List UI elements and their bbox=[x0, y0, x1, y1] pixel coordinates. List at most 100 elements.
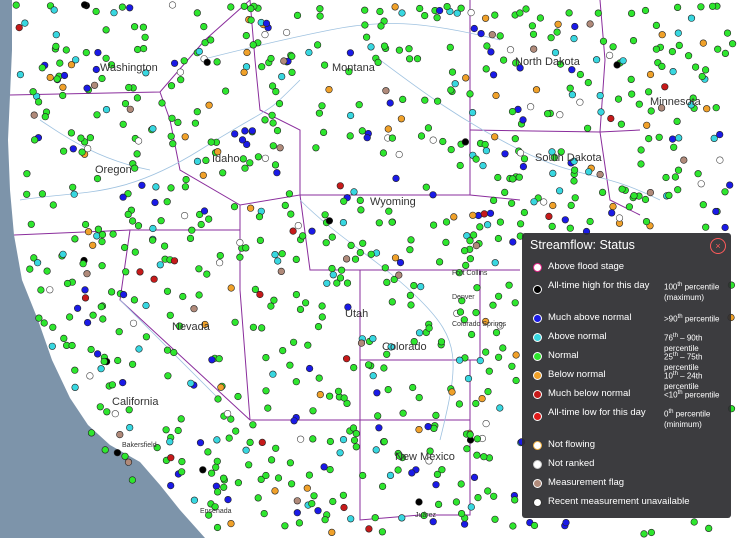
station-marker[interactable] bbox=[191, 119, 199, 127]
station-marker[interactable] bbox=[547, 34, 555, 42]
station-marker[interactable] bbox=[174, 118, 182, 126]
station-marker[interactable] bbox=[429, 191, 437, 199]
station-marker[interactable] bbox=[607, 114, 615, 123]
station-marker[interactable] bbox=[482, 147, 491, 155]
station-marker[interactable] bbox=[561, 216, 569, 224]
station-marker[interactable] bbox=[179, 292, 187, 301]
station-marker[interactable] bbox=[395, 150, 403, 159]
station-marker[interactable] bbox=[708, 2, 717, 10]
station-marker[interactable] bbox=[89, 311, 97, 319]
station-marker[interactable] bbox=[496, 404, 504, 412]
station-marker[interactable] bbox=[207, 138, 215, 146]
station-marker[interactable] bbox=[571, 22, 579, 31]
station-marker[interactable] bbox=[336, 274, 345, 282]
station-marker[interactable] bbox=[422, 183, 430, 191]
station-marker[interactable] bbox=[96, 403, 104, 411]
station-marker[interactable] bbox=[363, 33, 371, 41]
station-marker[interactable] bbox=[635, 100, 643, 108]
station-marker[interactable] bbox=[67, 129, 75, 137]
station-marker[interactable] bbox=[540, 198, 548, 206]
station-marker[interactable] bbox=[80, 1, 89, 9]
station-marker[interactable] bbox=[138, 181, 146, 189]
station-marker[interactable] bbox=[647, 107, 655, 115]
station-marker[interactable] bbox=[86, 134, 94, 142]
station-marker[interactable] bbox=[243, 48, 251, 57]
station-marker[interactable] bbox=[118, 3, 126, 11]
station-marker[interactable] bbox=[231, 130, 239, 138]
station-marker[interactable] bbox=[188, 226, 196, 234]
station-marker[interactable] bbox=[482, 65, 490, 73]
station-marker[interactable] bbox=[509, 238, 517, 246]
station-marker[interactable] bbox=[100, 357, 108, 366]
station-marker[interactable] bbox=[232, 427, 240, 435]
station-marker[interactable] bbox=[49, 201, 57, 209]
station-marker[interactable] bbox=[567, 201, 575, 209]
station-marker[interactable] bbox=[597, 108, 605, 116]
station-marker[interactable] bbox=[122, 268, 130, 276]
station-marker[interactable] bbox=[453, 9, 461, 17]
station-marker[interactable] bbox=[658, 31, 666, 39]
station-marker[interactable] bbox=[384, 386, 392, 394]
station-marker[interactable] bbox=[222, 87, 230, 95]
station-marker[interactable] bbox=[134, 45, 142, 54]
station-marker[interactable] bbox=[135, 345, 143, 353]
station-marker[interactable] bbox=[699, 39, 707, 47]
station-marker[interactable] bbox=[269, 142, 277, 150]
station-marker[interactable] bbox=[415, 498, 423, 506]
station-marker[interactable] bbox=[260, 509, 268, 518]
station-marker[interactable] bbox=[52, 31, 60, 39]
station-marker[interactable] bbox=[292, 378, 300, 386]
station-marker[interactable] bbox=[489, 301, 497, 309]
station-marker[interactable] bbox=[164, 372, 172, 380]
station-marker[interactable] bbox=[254, 153, 262, 161]
station-marker[interactable] bbox=[382, 87, 390, 95]
station-marker[interactable] bbox=[617, 120, 626, 128]
station-marker[interactable] bbox=[356, 196, 364, 204]
station-marker[interactable] bbox=[81, 286, 89, 294]
station-marker[interactable] bbox=[65, 313, 74, 321]
station-marker[interactable] bbox=[108, 381, 116, 389]
station-marker[interactable] bbox=[339, 219, 348, 227]
station-marker[interactable] bbox=[288, 68, 296, 76]
station-marker[interactable] bbox=[216, 252, 224, 260]
station-marker[interactable] bbox=[447, 146, 455, 154]
station-marker[interactable] bbox=[586, 20, 594, 28]
station-marker[interactable] bbox=[480, 210, 488, 218]
station-marker[interactable] bbox=[177, 415, 185, 423]
station-marker[interactable] bbox=[213, 523, 222, 532]
station-marker[interactable] bbox=[721, 49, 730, 58]
station-marker[interactable] bbox=[285, 190, 294, 198]
station-marker[interactable] bbox=[236, 253, 244, 261]
station-marker[interactable] bbox=[395, 271, 403, 279]
station-marker[interactable] bbox=[38, 64, 46, 72]
station-marker[interactable] bbox=[312, 144, 320, 152]
station-marker[interactable] bbox=[321, 516, 329, 524]
station-marker[interactable] bbox=[492, 329, 501, 337]
station-marker[interactable] bbox=[83, 319, 92, 327]
station-marker[interactable] bbox=[258, 63, 266, 71]
station-marker[interactable] bbox=[599, 37, 608, 45]
station-marker[interactable] bbox=[149, 224, 157, 233]
station-marker[interactable] bbox=[570, 177, 578, 185]
station-marker[interactable] bbox=[490, 196, 498, 204]
station-marker[interactable] bbox=[296, 305, 305, 314]
station-marker[interactable] bbox=[89, 241, 97, 249]
station-marker[interactable] bbox=[213, 436, 221, 444]
station-marker[interactable] bbox=[43, 267, 51, 275]
station-marker[interactable] bbox=[698, 72, 706, 81]
station-marker[interactable] bbox=[386, 471, 395, 480]
station-marker[interactable] bbox=[23, 170, 31, 178]
station-marker[interactable] bbox=[392, 174, 400, 182]
station-marker[interactable] bbox=[204, 448, 212, 456]
station-marker[interactable] bbox=[227, 284, 235, 292]
station-marker[interactable] bbox=[413, 55, 422, 63]
station-marker[interactable] bbox=[196, 439, 205, 447]
station-marker[interactable] bbox=[508, 199, 516, 207]
station-marker[interactable] bbox=[167, 132, 175, 140]
station-marker[interactable] bbox=[357, 206, 365, 214]
station-marker[interactable] bbox=[699, 201, 707, 209]
station-marker[interactable] bbox=[721, 188, 729, 196]
station-marker[interactable] bbox=[674, 166, 683, 174]
station-marker[interactable] bbox=[500, 56, 508, 64]
station-marker[interactable] bbox=[442, 218, 451, 226]
